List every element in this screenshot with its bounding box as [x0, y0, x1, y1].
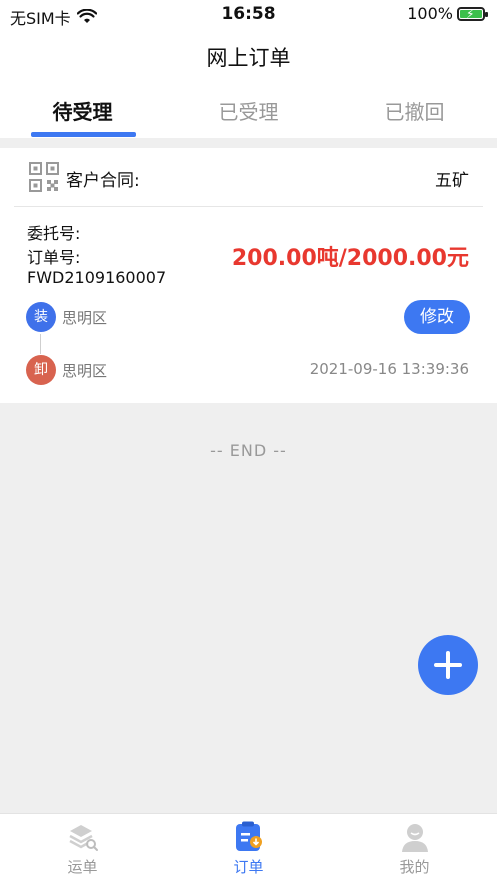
modify-button[interactable]: 修改	[404, 300, 470, 334]
battery-icon: ⚡	[457, 6, 488, 21]
waybill-icon	[68, 825, 98, 851]
page-title: 网上订单	[206, 46, 291, 70]
consign-number-label: 委托号:	[27, 224, 81, 243]
nav-bar: 网上订单	[0, 30, 497, 82]
tab-accepted[interactable]: 已受理	[166, 96, 331, 125]
tabbar-item-profile[interactable]: 我的	[332, 820, 497, 877]
load-badge: 装	[26, 302, 56, 332]
qr-code-icon	[29, 162, 59, 192]
contract-value: 五矿	[435, 171, 469, 191]
tabbar-item-order[interactable]: 订单	[166, 820, 331, 877]
tabbar-item-waybill[interactable]: 运单	[0, 820, 165, 877]
order-number: FWD2109160007	[27, 268, 167, 287]
battery-group: 100% ⚡	[407, 4, 488, 23]
battery-percent: 100%	[407, 4, 453, 23]
unload-badge: 卸	[26, 355, 56, 385]
active-tab-indicator	[31, 132, 136, 137]
profile-icon	[401, 824, 428, 852]
tabbar-label-waybill: 运单	[67, 858, 98, 876]
tabbar-label-profile: 我的	[399, 858, 430, 876]
order-icon	[235, 821, 262, 851]
bottom-tab-bar: 运单 订单 我的	[0, 813, 497, 884]
list-end-marker: -- END --	[210, 441, 287, 460]
order-timestamp: 2021-09-16 13:39:36	[309, 360, 469, 378]
tab-withdrawn[interactable]: 已撤回	[332, 96, 497, 125]
weight-price: 200.00吨/2000.00元	[231, 246, 469, 271]
order-number-label: 订单号:	[27, 248, 81, 267]
route-connector	[40, 334, 41, 354]
unload-location: 思明区	[62, 362, 108, 380]
add-order-button[interactable]	[418, 635, 478, 695]
order-card[interactable]: 客户合同: 五矿 委托号: 订单号: FWD2109160007 200.00吨…	[0, 148, 497, 403]
tab-pending[interactable]: 待受理	[0, 96, 165, 125]
order-card-header: 客户合同: 五矿	[14, 148, 483, 207]
tabbar-label-order: 订单	[233, 858, 264, 876]
contract-label: 客户合同:	[66, 171, 140, 191]
load-location: 思明区	[62, 309, 108, 327]
status-bar: 无SIM卡 16:58 100% ⚡	[0, 0, 497, 30]
order-status-tabs: 待受理 已受理 已撤回	[0, 82, 497, 138]
